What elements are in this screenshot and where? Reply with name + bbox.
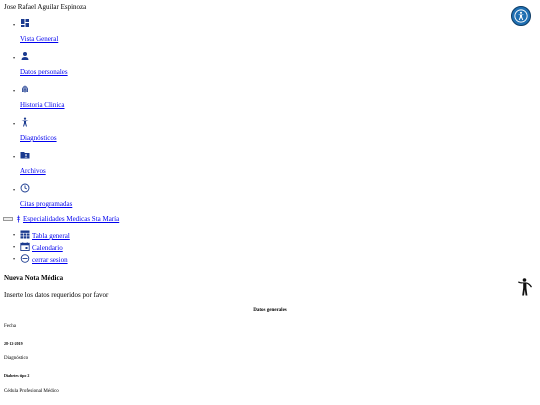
- nav-item-label[interactable]: Tabla general: [32, 232, 70, 240]
- brand-link[interactable]: Especialidades Medicas Sta María: [23, 215, 119, 223]
- clock-icon: [20, 183, 30, 193]
- dashboard-icon: [21, 19, 29, 27]
- nav-item-label[interactable]: Calendario: [32, 244, 63, 252]
- form-title: Nueva Nota Médica: [4, 274, 64, 282]
- navbar-toggler-button[interactable]: [3, 217, 13, 221]
- accessibility-button[interactable]: [511, 6, 531, 26]
- accessibility-person-icon: [21, 117, 29, 127]
- sidebar-item-label[interactable]: Datos personales: [20, 68, 68, 76]
- date-value: 28-12-2019: [4, 341, 23, 346]
- date-label: Fecha: [4, 324, 16, 329]
- list-bullet: •: [13, 155, 16, 161]
- list-bullet: •: [13, 56, 16, 62]
- user-name: Jose Rafael Aguilar Espinoza: [4, 3, 87, 11]
- sidebar-item-label[interactable]: Citas programadas: [20, 200, 72, 208]
- list-bullet: •: [13, 245, 16, 251]
- person-standing-icon: [518, 278, 532, 296]
- professional-license-label: Cédula Profesional Médico: [4, 389, 59, 394]
- diagnosis-value: Diabetes tipo 2: [4, 373, 30, 378]
- accessibility-icon: [514, 9, 528, 23]
- form-subtitle: Inserte los datos requeridos por favor: [4, 291, 109, 299]
- nav-item-calendario[interactable]: • Calendario: [0, 242, 120, 253]
- section-heading: Datos generales: [253, 308, 287, 313]
- list-bullet: •: [13, 257, 16, 263]
- sidebar-item-citas-programadas[interactable]: • Citas programadas: [0, 183, 120, 213]
- sidebar-item-datos-personales[interactable]: • Datos personales: [0, 51, 120, 81]
- sidebar-item-vista-general[interactable]: • Vista General: [0, 18, 120, 48]
- person-icon: [21, 52, 29, 60]
- logout-icon: [20, 254, 30, 263]
- calendar-icon: [20, 242, 30, 251]
- list-bullet: •: [13, 122, 16, 128]
- list-bullet: •: [13, 233, 16, 239]
- navbar-brand-row: Especialidades Medicas Sta María: [3, 215, 119, 223]
- medical-logo-icon: [16, 215, 21, 223]
- nav-item-tabla-general[interactable]: • Tabla general: [0, 230, 120, 241]
- list-bullet: •: [13, 89, 16, 95]
- diagnosis-label: Diagnóstico: [4, 356, 29, 361]
- page: Jose Rafael Aguilar Espinoza • Vista Gen…: [0, 0, 540, 405]
- sidebar-item-archivos[interactable]: • Archivos: [0, 150, 120, 180]
- sidebar-item-label[interactable]: Vista General: [20, 35, 58, 43]
- fingerprint-icon: [21, 85, 29, 93]
- nav-item-label[interactable]: cerrar sesion: [32, 256, 68, 264]
- list-bullet: •: [13, 188, 16, 194]
- sidebar-item-diagnosticos[interactable]: • Diagnósticos: [0, 117, 120, 147]
- sidebar-item-historia-clinica[interactable]: • Historia Clinica: [0, 84, 120, 114]
- sidebar-item-label[interactable]: Historia Clinica: [20, 101, 65, 109]
- nav-item-cerrar-sesion[interactable]: • cerrar sesion: [0, 254, 120, 265]
- sidebar-item-label[interactable]: Diagnósticos: [20, 134, 57, 142]
- sidebar-item-label[interactable]: Archivos: [20, 167, 46, 175]
- table-icon: [20, 230, 30, 239]
- folder-account-icon: [20, 152, 30, 159]
- list-bullet: •: [13, 23, 16, 29]
